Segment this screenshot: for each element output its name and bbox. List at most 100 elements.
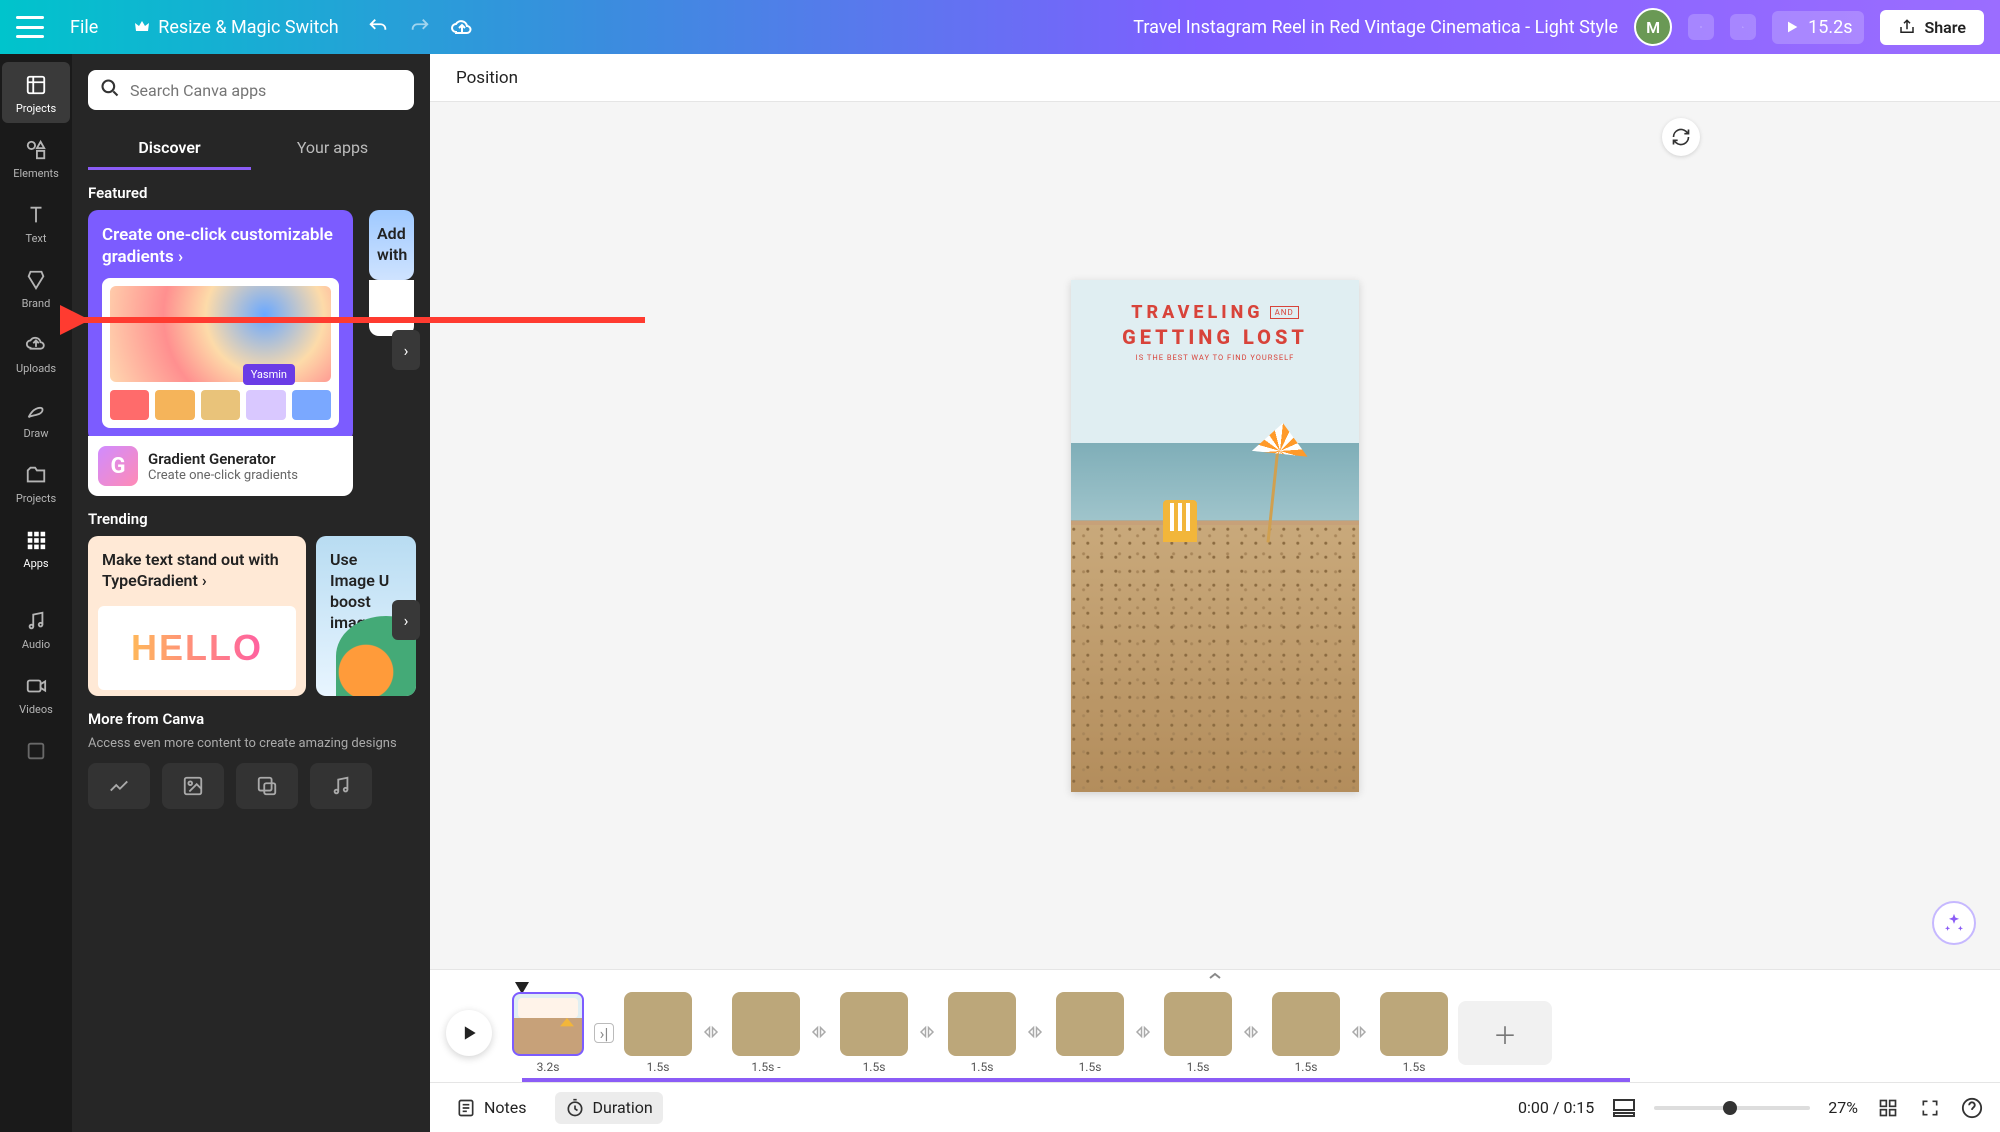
carousel-next-2[interactable]: › <box>392 600 420 640</box>
clip-9[interactable] <box>1380 992 1448 1056</box>
text-icon <box>23 202 49 228</box>
trending-heading: Trending <box>88 510 414 528</box>
gradient-preview: Yasmin <box>102 278 339 428</box>
clip-end-button[interactable]: ›| <box>594 1023 614 1043</box>
apps-icon <box>23 527 49 553</box>
umbrella-graphic <box>1250 423 1310 543</box>
cloud-sync-icon[interactable] <box>449 14 475 40</box>
canvas-frame[interactable]: TRAVELINGAND GETTING LOST IS THE BEST WA… <box>1071 280 1359 792</box>
rail-elements[interactable]: Elements <box>2 127 70 188</box>
context-toolbar: Position <box>430 54 2000 102</box>
clip-7[interactable] <box>1164 992 1232 1056</box>
rail-uploads[interactable]: Uploads <box>2 322 70 383</box>
more-icon <box>23 738 49 764</box>
clip-4[interactable] <box>840 992 908 1056</box>
resize-magic-switch[interactable]: Resize & Magic Switch <box>124 11 348 44</box>
grid-view-button[interactable] <box>1876 1096 1900 1120</box>
clip-1[interactable] <box>512 992 584 1056</box>
transition-4[interactable] <box>1026 1023 1046 1043</box>
projects-icon <box>23 72 49 98</box>
rail-brand[interactable]: Brand <box>2 257 70 318</box>
chair-graphic <box>1163 500 1203 548</box>
duration-button[interactable]: Duration <box>555 1092 663 1124</box>
apps-panel: Discover Your apps Featured Create one-c… <box>72 54 430 1132</box>
featured-card-2[interactable]: Add with <box>369 210 414 280</box>
notes-button[interactable]: Notes <box>446 1092 537 1124</box>
clip-3[interactable] <box>732 992 800 1056</box>
search-apps[interactable] <box>88 70 414 110</box>
featured-card-gradient[interactable]: Create one-click customizable gradients … <box>88 210 353 442</box>
redo-button[interactable] <box>407 14 433 40</box>
clip-2[interactable] <box>624 992 692 1056</box>
carousel-next[interactable]: › <box>392 330 420 370</box>
file-menu[interactable]: File <box>60 11 108 44</box>
cursor-tag: Yasmin <box>243 364 295 385</box>
rail-more[interactable] <box>2 728 70 772</box>
rail-videos[interactable]: Videos <box>2 663 70 724</box>
chevron-right-icon: › <box>178 247 183 267</box>
fullscreen-button[interactable] <box>1918 1096 1942 1120</box>
hello-graphic: HELLO <box>131 625 263 672</box>
add-page-button[interactable]: ＋ <box>1458 1001 1552 1065</box>
time-display: 0:00 / 0:15 <box>1518 1098 1594 1117</box>
user-avatar[interactable]: M <box>1634 8 1672 46</box>
more-tile-2[interactable] <box>162 763 224 809</box>
present-button[interactable]: 15.2s <box>1772 11 1864 44</box>
elements-icon <box>23 137 49 163</box>
app-card-gradient-generator[interactable]: G Gradient Generator Create one-click gr… <box>88 436 353 496</box>
transition-3[interactable] <box>918 1023 938 1043</box>
magic-button[interactable] <box>1932 901 1976 945</box>
more-subtitle: Access even more content to create amazi… <box>88 736 414 751</box>
title-text-block[interactable]: TRAVELINGAND GETTING LOST IS THE BEST WA… <box>1071 302 1359 362</box>
document-title[interactable]: Travel Instagram Reel in Red Vintage Cin… <box>1133 17 1618 38</box>
play-button[interactable] <box>446 1010 492 1056</box>
chevron-right-icon: › <box>202 571 207 590</box>
app-card-2[interactable] <box>369 280 414 336</box>
share-button[interactable]: Share <box>1880 10 1984 45</box>
brand-icon <box>23 267 49 293</box>
search-icon <box>100 78 120 102</box>
zoom-value[interactable]: 27% <box>1828 1098 1858 1117</box>
more-heading: More from Canva <box>88 710 414 728</box>
transition-5[interactable] <box>1134 1023 1154 1043</box>
position-button[interactable]: Position <box>446 62 528 94</box>
clip-6[interactable] <box>1056 992 1124 1056</box>
undo-button[interactable] <box>365 14 391 40</box>
transition-6[interactable] <box>1242 1023 1262 1043</box>
rail-draw[interactable]: Draw <box>2 387 70 448</box>
transition-2[interactable] <box>810 1023 830 1043</box>
rail-apps[interactable]: Apps <box>2 517 70 578</box>
rail-projects[interactable]: Projects <box>2 62 70 123</box>
more-tile-1[interactable] <box>88 763 150 809</box>
more-tile-4[interactable] <box>310 763 372 809</box>
analytics-button[interactable] <box>1730 14 1756 40</box>
bottom-bar: Notes Duration 0:00 / 0:15 27% <box>430 1082 2000 1132</box>
trending-card-typegradient[interactable]: Make text stand out with TypeGradient › … <box>88 536 306 696</box>
rail-text[interactable]: Text <box>2 192 70 253</box>
add-collaborator-button[interactable] <box>1688 14 1714 40</box>
zoom-slider[interactable] <box>1654 1106 1810 1110</box>
menu-button[interactable] <box>16 16 44 38</box>
tab-discover[interactable]: Discover <box>88 128 251 170</box>
view-mode-button[interactable] <box>1612 1096 1636 1120</box>
search-input[interactable] <box>130 81 402 100</box>
stage[interactable]: TRAVELINGAND GETTING LOST IS THE BEST WA… <box>430 102 2000 969</box>
uploads-icon <box>23 332 49 358</box>
rail-audio[interactable]: Audio <box>2 598 70 659</box>
rail-projects-2[interactable]: Projects <box>2 452 70 513</box>
clip-8[interactable] <box>1272 992 1340 1056</box>
more-tile-3[interactable] <box>236 763 298 809</box>
timeline-collapse[interactable] <box>430 970 2000 984</box>
draw-icon <box>23 397 49 423</box>
videos-icon <box>23 673 49 699</box>
audio-icon <box>23 608 49 634</box>
transition-1[interactable] <box>702 1023 722 1043</box>
tab-your-apps[interactable]: Your apps <box>251 128 414 170</box>
timeline: 3.2s ›| 1.5s 1.5s - 1.5s 1.5s 1.5s 1.5s … <box>430 969 2000 1082</box>
transition-7[interactable] <box>1350 1023 1370 1043</box>
app-header: File Resize & Magic Switch Travel Instag… <box>0 0 2000 54</box>
side-rail: Projects Elements Text Brand Uploads Dra… <box>0 54 72 1132</box>
regenerate-button[interactable] <box>1662 118 1700 156</box>
clip-5[interactable] <box>948 992 1016 1056</box>
help-button[interactable] <box>1960 1096 1984 1120</box>
